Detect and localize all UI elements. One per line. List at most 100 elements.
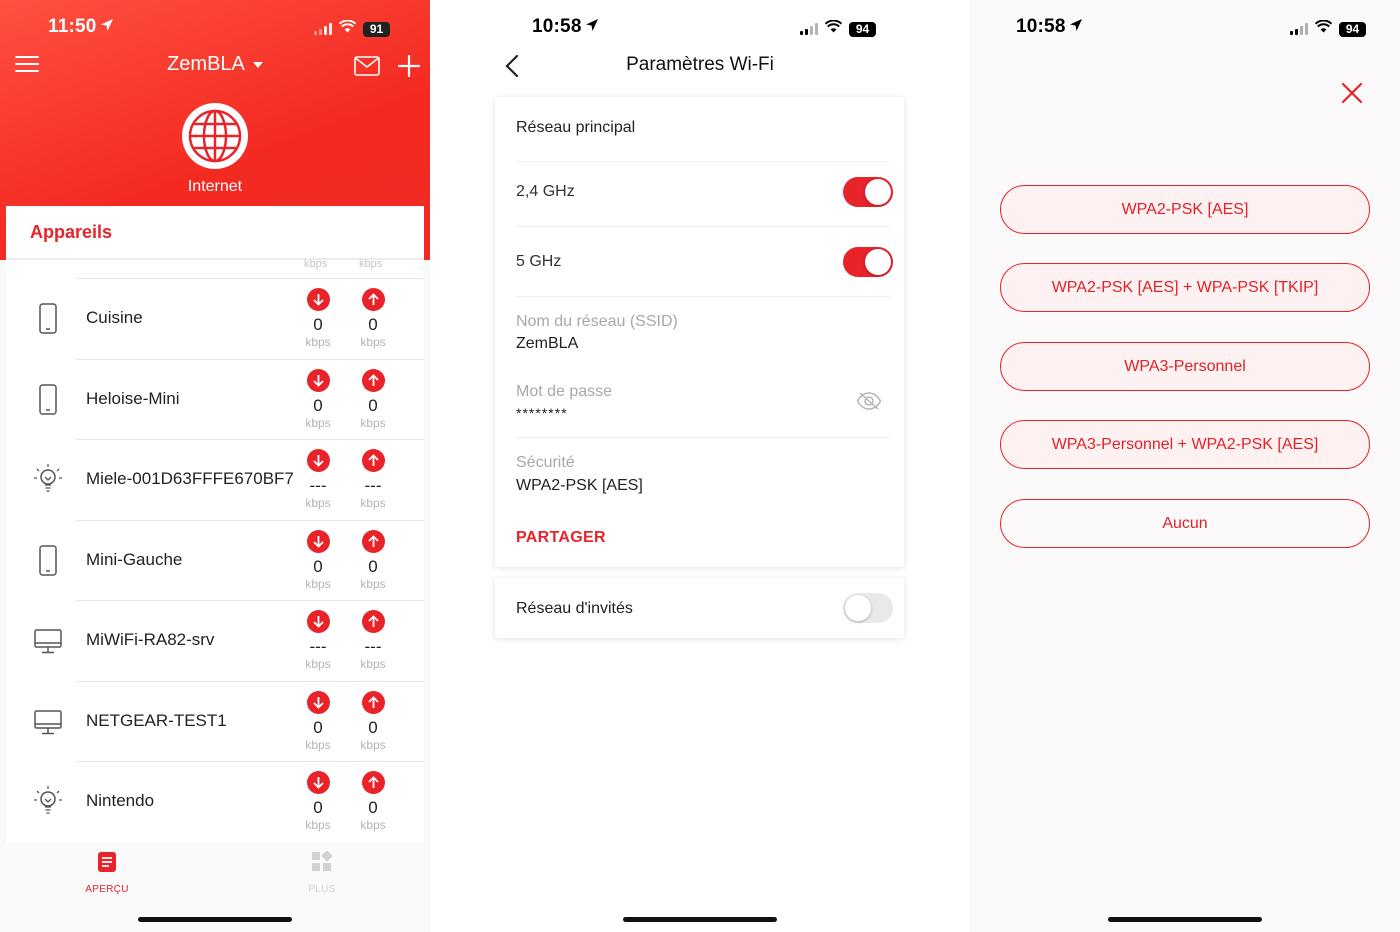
cellular-signal-icon	[800, 23, 818, 35]
arrow-up-icon	[361, 610, 385, 633]
home-indicator[interactable]	[138, 917, 292, 922]
arrow-down-icon	[306, 771, 330, 794]
download-value: 0	[313, 395, 323, 415]
band-label: 5 GHz	[516, 253, 562, 270]
arrow-up-icon	[361, 529, 385, 553]
section-title: Réseau principal	[516, 119, 636, 136]
arrow-down-icon	[306, 610, 330, 633]
status-bar: 10:58 94	[970, 0, 1400, 56]
download-rate: 0 kbps	[298, 690, 338, 752]
grid-icon	[311, 850, 333, 877]
battery-indicator: 94	[849, 21, 876, 37]
phone-icon	[30, 543, 66, 579]
upload-rate: 0 kbps	[353, 771, 393, 832]
wifi-icon	[338, 19, 357, 38]
home-indicator[interactable]	[623, 917, 777, 922]
mail-icon[interactable]	[354, 56, 380, 81]
desktop-icon	[30, 704, 66, 740]
guest-network-card: Réseau d'invités	[495, 578, 904, 638]
close-icon[interactable]	[1340, 81, 1364, 110]
security-label: Sécurité	[516, 454, 575, 471]
band-24ghz-toggle[interactable]	[843, 177, 893, 207]
upload-rate: --- kbps	[353, 449, 393, 510]
security-selector[interactable]: WPA2-PSK [AES]	[516, 477, 643, 495]
cellular-signal-icon	[1290, 23, 1308, 35]
arrow-up-icon	[361, 449, 385, 472]
upload-unit: kbps	[360, 496, 386, 510]
upload-unit: kbps	[360, 818, 386, 832]
divider	[516, 161, 890, 162]
share-button[interactable]: PARTAGER	[516, 529, 606, 547]
tab-apercu[interactable]: APERÇU	[67, 851, 147, 895]
security-option-wpa2-wpa[interactable]: WPA2-PSK [AES] + WPA-PSK [TKIP]	[1000, 263, 1370, 312]
battery-indicator: 91	[363, 21, 390, 37]
download-rate: 0 kbps	[298, 288, 338, 349]
upload-rate: 0 kbps	[353, 368, 393, 430]
device-list: Cuisine 0 kbps 0 kbps Heloise-Mini 0 kbps 0…	[6, 278, 424, 842]
eye-off-icon[interactable]	[856, 391, 882, 416]
upload-value: 0	[368, 798, 378, 817]
upload-rate: 0 kbps	[353, 529, 393, 591]
download-unit: kbps	[305, 335, 331, 349]
home-indicator[interactable]	[1108, 917, 1262, 922]
download-value: 0	[313, 798, 323, 817]
device-name: Cuisine	[86, 308, 143, 327]
location-arrow-icon	[100, 16, 114, 38]
security-option-none[interactable]: Aucun	[1000, 499, 1370, 548]
download-rate: 0 kbps	[298, 771, 338, 832]
upload-value: 0	[368, 315, 378, 334]
device-row[interactable]: Nintendo 0 kbps 0 kbps	[34, 761, 424, 842]
device-row[interactable]: Cuisine 0 kbps 0 kbps	[39, 278, 424, 359]
divider	[516, 296, 890, 297]
device-name: MiWiFi-RA82-srv	[86, 630, 215, 649]
globe-icon[interactable]	[180, 101, 250, 171]
devices-screen: 11:50 91 ZemBLA Internet Appareils kbps …	[0, 0, 430, 932]
status-bar: 11:50 91	[0, 0, 430, 56]
status-time: 11:50	[48, 16, 97, 37]
upload-rate: 0 kbps	[353, 288, 393, 349]
divider	[516, 226, 890, 227]
device-row[interactable]: Heloise-Mini 0 kbps 0 kbps	[39, 358, 424, 440]
download-rate: --- kbps	[298, 610, 338, 671]
status-bar: 10:58 94	[470, 0, 930, 56]
add-icon[interactable]	[397, 54, 421, 83]
main-network-card: Réseau principal 2,4 GHz 5 GHz Nom du ré…	[495, 97, 904, 567]
upload-unit: kbps	[360, 576, 386, 591]
device-name: Miele-001D63FFFE670BF7	[86, 469, 294, 488]
device-row[interactable]: NETGEAR-TEST1 0 kbps 0 kbps	[34, 680, 424, 762]
band-5ghz-toggle[interactable]	[843, 247, 893, 277]
guest-network-toggle[interactable]	[843, 593, 893, 623]
arrow-up-icon	[361, 690, 385, 714]
lightbulb-icon	[30, 462, 66, 498]
security-option-wpa2[interactable]: WPA2-PSK [AES]	[1000, 185, 1370, 234]
password-field[interactable]: ********	[516, 405, 568, 421]
security-option-wpa3-wpa2[interactable]: WPA3-Personnel + WPA2-PSK [AES]	[1000, 420, 1370, 469]
device-name: Mini-Gauche	[86, 549, 183, 569]
scrolled-unit-label: kbps	[359, 258, 383, 270]
scrolled-unit-label: kbps	[304, 258, 328, 270]
wifi-settings-screen: 10:58 94 Paramètres Wi-Fi Réseau princip…	[470, 0, 930, 932]
device-name: NETGEAR-TEST1	[86, 710, 227, 730]
arrow-down-icon	[306, 529, 330, 553]
devices-title: Appareils	[30, 222, 113, 242]
device-name: Nintendo	[86, 791, 155, 810]
download-unit: kbps	[305, 576, 331, 591]
wifi-icon	[824, 19, 843, 38]
ssid-field[interactable]: ZemBLA	[516, 335, 578, 353]
arrow-down-icon	[306, 449, 330, 472]
device-row[interactable]: Mini-Gauche 0 kbps 0 kbps	[39, 519, 424, 601]
device-row[interactable]: Miele-001D63FFFE670BF7 --- kbps --- kbps	[34, 439, 424, 520]
page-title: Paramètres Wi-Fi	[626, 54, 774, 75]
password-label: Mot de passe	[516, 383, 613, 400]
tab-plus[interactable]: PLUS	[282, 850, 362, 895]
security-option-wpa3[interactable]: WPA3-Personnel	[1000, 342, 1370, 391]
upload-unit: kbps	[360, 657, 386, 671]
arrow-down-icon	[306, 368, 330, 392]
upload-value: 0	[368, 556, 378, 576]
arrow-up-icon	[361, 368, 385, 392]
status-time: 10:58	[1016, 16, 1066, 37]
download-unit: kbps	[305, 496, 331, 510]
device-row[interactable]: MiWiFi-RA82-srv --- kbps --- kbps	[34, 600, 424, 681]
wifi-icon	[1314, 19, 1333, 38]
download-unit: kbps	[305, 415, 331, 430]
